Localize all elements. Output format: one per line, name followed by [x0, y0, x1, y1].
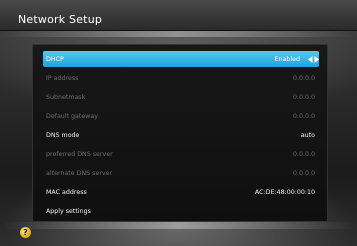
title-bar: Network Setup	[0, 0, 357, 31]
setting-label: Subnetmask	[46, 93, 86, 101]
setting-label: MAC address	[46, 188, 87, 196]
top-light-streak	[0, 31, 357, 37]
setting-preferred-dns: preferred DNS server 0.0.0.0	[43, 146, 319, 162]
setting-label: Apply settings	[46, 207, 91, 215]
bottom-light-streak	[0, 222, 357, 229]
setting-label: alternate DNS server	[46, 169, 113, 177]
setting-default-gateway: Default gateway 0.0.0.0	[43, 108, 319, 124]
left-right-arrows-icon[interactable]	[308, 55, 319, 63]
setting-value: 0.0.0.0	[292, 169, 315, 177]
setting-ip-address: IP address 0.0.0.0	[43, 70, 319, 86]
setting-value: 0.0.0.0	[292, 74, 315, 82]
apply-settings-button[interactable]: Apply settings	[43, 203, 319, 219]
setting-value: auto	[300, 131, 315, 139]
setting-dns-mode[interactable]: DNS mode auto	[43, 127, 319, 143]
settings-panel: DHCP Enabled IP address 0.0.0.0 Subnetma…	[32, 44, 328, 222]
window-title: Network Setup	[18, 13, 103, 26]
setting-value: 0.0.0.0	[292, 93, 315, 101]
setting-dhcp[interactable]: DHCP Enabled	[43, 51, 319, 67]
setting-alternate-dns: alternate DNS server 0.0.0.0	[43, 165, 319, 181]
setting-label: DHCP	[46, 55, 64, 63]
setting-value: AC:DE:48:00:00:10	[254, 188, 315, 196]
setting-value: 0.0.0.0	[292, 150, 315, 158]
setting-label: preferred DNS server	[46, 150, 113, 158]
setting-label: Default gateway	[46, 112, 98, 120]
setting-label: DNS mode	[46, 131, 80, 139]
help-icon[interactable]: ?	[20, 227, 31, 238]
setting-mac-address[interactable]: MAC address AC:DE:48:00:00:10	[43, 184, 319, 200]
setting-value: 0.0.0.0	[292, 112, 315, 120]
setting-value: Enabled	[274, 55, 300, 63]
screen-background: Network Setup DHCP Enabled IP address 0.…	[0, 0, 357, 246]
setting-label: IP address	[46, 74, 79, 82]
setting-subnetmask: Subnetmask 0.0.0.0	[43, 89, 319, 105]
